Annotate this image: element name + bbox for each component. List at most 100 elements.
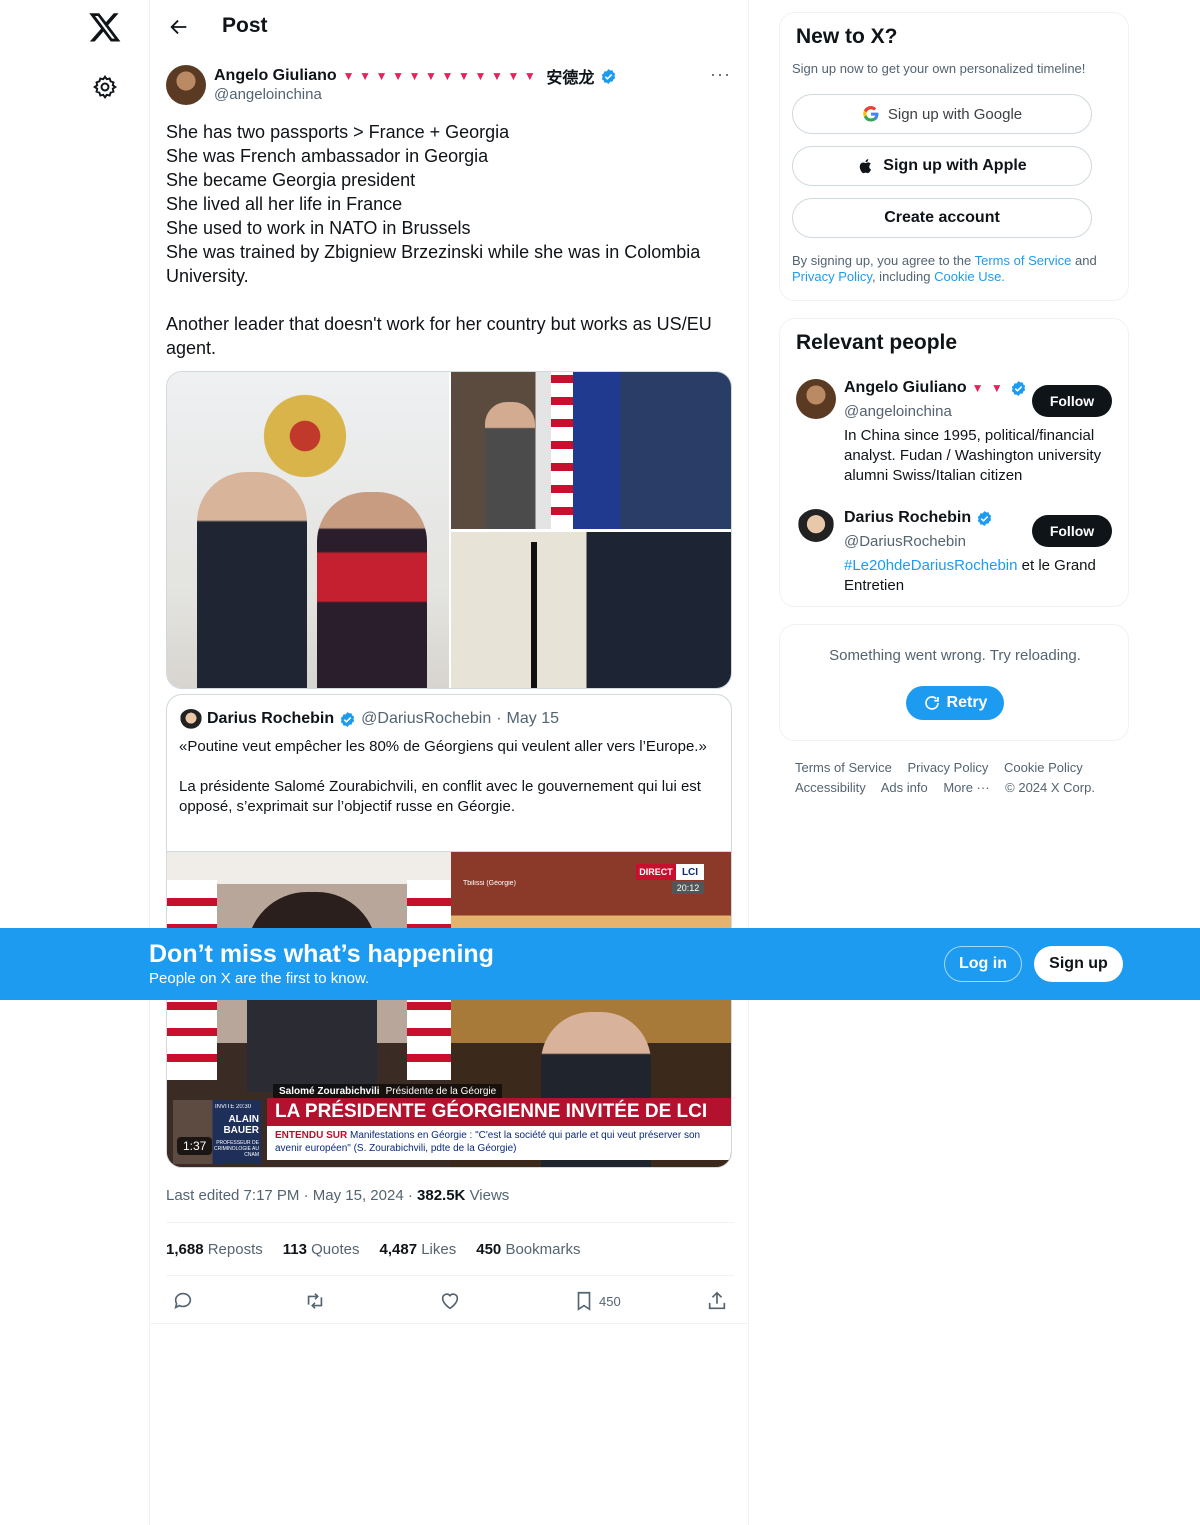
- x-logo-icon[interactable]: [88, 10, 122, 44]
- person-name-row[interactable]: Angelo Giuliano ▼ ▼: [844, 379, 1027, 397]
- bookmarks-stat[interactable]: 450 Bookmarks: [476, 1241, 580, 1258]
- media-photo-flags[interactable]: [451, 372, 731, 529]
- person-bio: #Le20hdeDariusRochebin et le Grand Entre…: [844, 556, 1114, 596]
- bookmark-action[interactable]: 450: [573, 1290, 633, 1312]
- footer-link-more[interactable]: More ···: [943, 780, 989, 795]
- terms-prefix: By signing up, you agree to the: [792, 253, 975, 268]
- settings-gear-icon[interactable]: [92, 74, 118, 100]
- person-handle[interactable]: @angeloinchina: [844, 403, 952, 420]
- new-to-x-card: New to X? Sign up now to get your own pe…: [779, 12, 1129, 301]
- author-avatar[interactable]: [166, 65, 206, 105]
- bookmarks-count: 450: [476, 1241, 502, 1258]
- lci-guest-role: PROFESSEUR DE CRIMINOLOGIE AU CNAM: [213, 1140, 259, 1158]
- post-text: She has two passports > France + Georgia…: [166, 122, 712, 358]
- media-photo-podium[interactable]: [451, 532, 731, 688]
- create-account-button[interactable]: Create account: [792, 198, 1092, 238]
- lci-guest-tag-row: INVITÉ 20:30: [215, 1104, 251, 1110]
- repost-icon[interactable]: [304, 1290, 326, 1312]
- person-avatar[interactable]: [796, 509, 836, 549]
- person-name[interactable]: Angelo Giuliano: [844, 379, 967, 397]
- like-heart-icon[interactable]: [439, 1290, 461, 1312]
- quoted-author-handle: @DariusRochebin: [361, 710, 492, 727]
- terms-of-service-link[interactable]: Terms of Service: [975, 253, 1072, 268]
- footer-link-cookie[interactable]: Cookie Policy: [1004, 760, 1083, 775]
- post-date[interactable]: May 15, 2024: [313, 1187, 404, 1204]
- lci-headline: LA PRÉSIDENTE GÉORGIENNE INVITÉE DE LCI: [267, 1098, 731, 1126]
- post-column: Post Angelo Giuliano ▼▼▼▼▼▼▼▼▼▼▼▼ 安德龙 @a…: [149, 0, 749, 1525]
- verified-badge-icon: [340, 711, 355, 727]
- retry-button[interactable]: Retry: [906, 686, 1004, 720]
- verified-badge-icon: [1011, 380, 1025, 396]
- quoted-video[interactable]: DIRECT LCI 20:12 Tbilissi (Géorgie) Salo…: [167, 851, 731, 1167]
- page-title: Post: [222, 14, 268, 37]
- lci-ticker: ENTENDU SUR Manifestations en Géorgie : …: [267, 1126, 731, 1160]
- quotes-label: Quotes: [311, 1241, 360, 1258]
- post-media-grid[interactable]: [166, 371, 732, 689]
- heart-emoji-icons: ▼▼▼▼▼▼▼▼▼▼▼▼: [342, 69, 541, 83]
- verified-badge-icon: [602, 68, 616, 84]
- edited-time[interactable]: Last edited 7:17 PM: [166, 1187, 299, 1204]
- person-graphic: [485, 402, 535, 529]
- lci-direct-label: DIRECT: [636, 864, 676, 880]
- privacy-policy-link[interactable]: Privacy Policy: [792, 269, 872, 284]
- error-card: Something went wrong. Try reloading. Ret…: [779, 624, 1129, 741]
- hashtag-link[interactable]: #Le20hdeDariusRochebin: [844, 557, 1017, 574]
- dot-separator: ·: [496, 710, 502, 727]
- post-meta: Last edited 7:17 PM · May 15, 2024 · 382…: [166, 1187, 510, 1204]
- banner-subtitle: People on X are the first to know.: [149, 970, 370, 987]
- microphone-stand-graphic: [531, 542, 537, 688]
- apple-button-label: Sign up with Apple: [883, 157, 1027, 174]
- person-name[interactable]: Darius Rochebin: [844, 509, 971, 527]
- lci-clock: 20:12: [672, 881, 704, 894]
- sign-up-google-button[interactable]: Sign up with Google: [792, 94, 1092, 134]
- signup-banner: Don’t miss what’s happening People on X …: [0, 928, 1200, 1000]
- footer-link-ads-info[interactable]: Ads info: [881, 780, 928, 795]
- cookie-use-link[interactable]: Cookie Use.: [934, 269, 1005, 284]
- back-arrow-icon[interactable]: [168, 16, 190, 38]
- video-duration-badge: 1:37: [177, 1137, 213, 1155]
- follow-button[interactable]: Follow: [1032, 385, 1112, 417]
- banner-title: Don’t miss what’s happening: [149, 940, 494, 968]
- lci-caption: Salomé Zourabichvili Présidente de la Gé…: [273, 1084, 503, 1098]
- share-icon[interactable]: [706, 1290, 728, 1312]
- bookmarks-label: Bookmarks: [505, 1241, 581, 1258]
- media-photo-handshake[interactable]: [167, 372, 449, 688]
- footer-copyright: © 2024 X Corp.: [1005, 780, 1095, 795]
- divider: [166, 1275, 734, 1276]
- terms-and: and: [1071, 253, 1097, 268]
- reply-icon[interactable]: [172, 1290, 194, 1312]
- footer-link-accessibility[interactable]: Accessibility: [795, 780, 866, 795]
- error-message: Something went wrong. Try reloading.: [829, 647, 1081, 664]
- reposts-label: Reposts: [207, 1241, 263, 1258]
- more-options-icon[interactable]: ···: [710, 64, 731, 85]
- person-avatar[interactable]: [796, 379, 836, 419]
- author-name-suffix: 安德龙: [546, 70, 595, 87]
- follow-button[interactable]: Follow: [1032, 515, 1112, 547]
- person-handle[interactable]: @DariusRochebin: [844, 533, 966, 550]
- lci-guest-time: 20:30: [236, 1104, 252, 1110]
- views-count: 382.5K: [417, 1187, 466, 1204]
- quoted-post-text: «Poutine veut empêcher les 80% de Géorgi…: [179, 738, 707, 815]
- lci-ticker-prefix: ENTENDU SUR: [275, 1130, 348, 1141]
- footer-link-privacy[interactable]: Privacy Policy: [907, 760, 988, 775]
- likes-stat[interactable]: 4,487 Likes: [380, 1241, 457, 1258]
- quoted-post-date: May 15: [506, 710, 560, 727]
- sign-up-button[interactable]: Sign up: [1034, 946, 1123, 982]
- reposts-stat[interactable]: 1,688 Reposts: [166, 1241, 263, 1258]
- quoted-post-header: Darius Rochebin @DariusRochebin · May 15: [207, 710, 559, 728]
- author-name[interactable]: Angelo Giuliano: [214, 67, 337, 85]
- footer-link-terms[interactable]: Terms of Service: [795, 760, 892, 775]
- apple-icon: [860, 159, 872, 174]
- lci-caption-name: Salomé Zourabichvili: [279, 1085, 380, 1097]
- quotes-stat[interactable]: 113 Quotes: [283, 1241, 360, 1258]
- bookmark-icon[interactable]: [573, 1290, 595, 1312]
- card-title: Relevant people: [796, 331, 958, 354]
- author-name-row[interactable]: Angelo Giuliano ▼▼▼▼▼▼▼▼▼▼▼▼ 安德龙: [214, 64, 617, 88]
- person-name-row[interactable]: Darius Rochebin: [844, 509, 993, 527]
- retry-label: Retry: [946, 694, 988, 711]
- sign-up-apple-button[interactable]: Sign up with Apple: [792, 146, 1092, 186]
- author-handle[interactable]: @angeloinchina: [214, 86, 322, 103]
- log-in-button[interactable]: Log in: [944, 946, 1022, 982]
- divider: [150, 1323, 748, 1324]
- google-icon: [863, 106, 879, 122]
